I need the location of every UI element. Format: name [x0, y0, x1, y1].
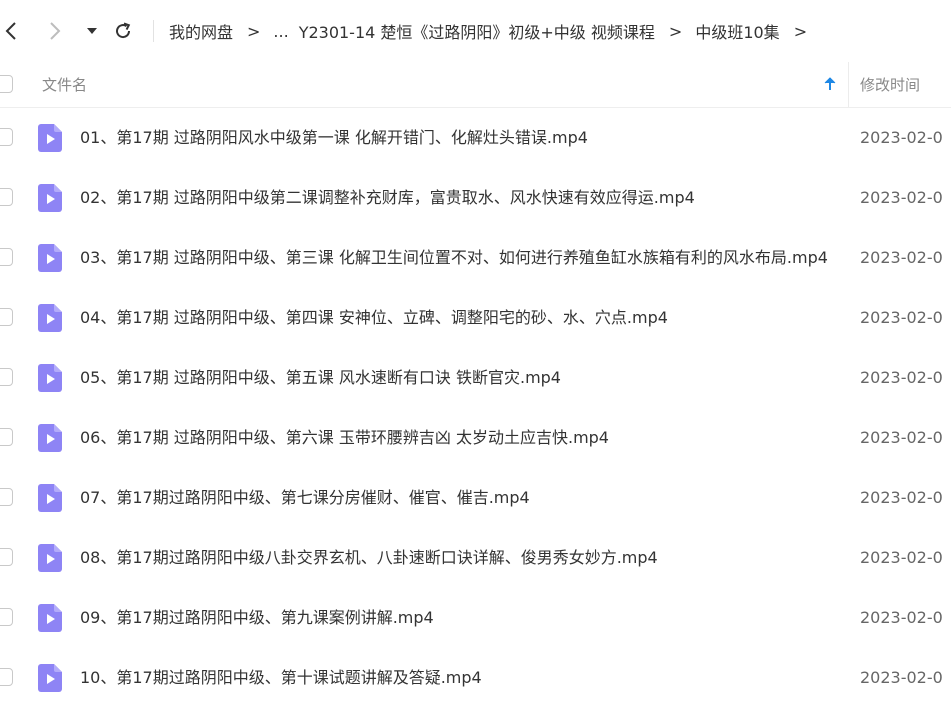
chevron-right-icon: [50, 22, 61, 40]
file-name[interactable]: 07、第17期过路阴阳中级、第七课分房催财、催官、催吉.mp4: [80, 486, 836, 510]
refresh-button[interactable]: [110, 16, 136, 46]
column-divider[interactable]: [848, 62, 849, 107]
breadcrumb-separator: >: [668, 21, 683, 41]
video-file-icon: [38, 364, 62, 392]
table-row[interactable]: 07、第17期过路阴阳中级、第七课分房催财、催官、催吉.mp4 2023-02-0: [0, 468, 951, 528]
file-name[interactable]: 01、第17期 过路阴阳风水中级第一课 化解开错门、化解灶头错误.mp4: [80, 126, 836, 150]
table-row[interactable]: 08、第17期过路阴阳中级八卦交界玄机、八卦速断口诀详解、俊男秀女妙方.mp4 2…: [0, 528, 951, 588]
breadcrumb-item-course[interactable]: Y2301-14 楚恒《过路阴阳》初级+中级 视频课程: [299, 19, 655, 43]
table-row[interactable]: 02、第17期 过路阴阳中级第二课调整补充财库，富贵取水、风水快速有效应得运.m…: [0, 168, 951, 228]
file-name[interactable]: 06、第17期 过路阴阳中级、第六课 玉带环腰辨吉凶 太岁动土应吉快.mp4: [80, 426, 836, 450]
file-name[interactable]: 05、第17期 过路阴阳中级、第五课 风水速断有口诀 铁断官灾.mp4: [80, 366, 836, 390]
breadcrumb-item-current[interactable]: 中级班10集: [695, 19, 779, 43]
table-row[interactable]: 01、第17期 过路阴阳风水中级第一课 化解开错门、化解灶头错误.mp4 2023…: [0, 108, 951, 168]
file-modified-time: 2023-02-0: [860, 248, 943, 267]
table-row[interactable]: 10、第17期过路阴阳中级、第十课试题讲解及答疑.mp4 2023-02-0: [0, 648, 951, 708]
table-row[interactable]: 03、第17期 过路阴阳中级、第三课 化解卫生间位置不对、如何进行养殖鱼缸水族箱…: [0, 228, 951, 288]
select-all-checkbox[interactable]: [0, 75, 13, 93]
file-modified-time: 2023-02-0: [860, 668, 943, 687]
video-file-icon: [38, 304, 62, 332]
breadcrumb-item-ellipsis[interactable]: ...: [273, 22, 288, 41]
breadcrumb-item-root[interactable]: 我的网盘: [169, 19, 233, 43]
column-header-time[interactable]: 修改时间: [860, 74, 920, 95]
file-modified-time: 2023-02-0: [860, 128, 943, 147]
chevron-left-icon: [5, 22, 16, 40]
row-checkbox[interactable]: [0, 608, 13, 626]
video-file-icon: [38, 664, 62, 692]
file-name[interactable]: 02、第17期 过路阴阳中级第二课调整补充财库，富贵取水、风水快速有效应得运.m…: [80, 186, 836, 210]
forward-button[interactable]: [44, 16, 66, 46]
row-checkbox[interactable]: [0, 428, 13, 446]
table-row[interactable]: 06、第17期 过路阴阳中级、第六课 玉带环腰辨吉凶 太岁动土应吉快.mp4 20…: [0, 408, 951, 468]
toolbar-divider: [153, 20, 154, 42]
file-name[interactable]: 10、第17期过路阴阳中级、第十课试题讲解及答疑.mp4: [80, 666, 836, 690]
history-dropdown-button[interactable]: [84, 16, 100, 46]
video-file-icon: [38, 424, 62, 452]
file-modified-time: 2023-02-0: [860, 308, 943, 327]
file-name[interactable]: 08、第17期过路阴阳中级八卦交界玄机、八卦速断口诀详解、俊男秀女妙方.mp4: [80, 546, 836, 570]
file-modified-time: 2023-02-0: [860, 608, 943, 627]
file-modified-time: 2023-02-0: [860, 368, 943, 387]
file-browser: 我的网盘 > ... Y2301-14 楚恒《过路阴阳》初级+中级 视频课程 >…: [0, 0, 951, 720]
row-checkbox[interactable]: [0, 548, 13, 566]
row-checkbox[interactable]: [0, 368, 13, 386]
row-checkbox[interactable]: [0, 248, 13, 266]
row-checkbox[interactable]: [0, 308, 13, 326]
column-header-name[interactable]: 文件名: [42, 74, 87, 95]
row-checkbox[interactable]: [0, 488, 13, 506]
video-file-icon: [38, 484, 62, 512]
row-checkbox[interactable]: [0, 188, 13, 206]
breadcrumb-separator: >: [793, 21, 808, 41]
row-checkbox[interactable]: [0, 668, 13, 686]
video-file-icon: [38, 184, 62, 212]
table-header: 文件名 修改时间: [0, 62, 951, 108]
arrow-up-icon[interactable]: [823, 76, 837, 92]
table-row[interactable]: 05、第17期 过路阴阳中级、第五课 风水速断有口诀 铁断官灾.mp4 2023-…: [0, 348, 951, 408]
file-name[interactable]: 03、第17期 过路阴阳中级、第三课 化解卫生间位置不对、如何进行养殖鱼缸水族箱…: [80, 246, 836, 270]
refresh-icon: [116, 22, 131, 39]
video-file-icon: [38, 244, 62, 272]
file-modified-time: 2023-02-0: [860, 548, 943, 567]
file-name[interactable]: 09、第17期过路阴阳中级、第九课案例讲解.mp4: [80, 606, 836, 630]
table-row[interactable]: 09、第17期过路阴阳中级、第九课案例讲解.mp4 2023-02-0: [0, 588, 951, 648]
video-file-icon: [38, 544, 62, 572]
caret-down-icon: [87, 28, 97, 34]
breadcrumb-separator: >: [247, 21, 261, 41]
file-modified-time: 2023-02-0: [860, 488, 943, 507]
row-checkbox[interactable]: [0, 128, 13, 146]
breadcrumb: 我的网盘 > ... Y2301-14 楚恒《过路阴阳》初级+中级 视频课程 >…: [169, 0, 820, 62]
table-row[interactable]: 04、第17期 过路阴阳中级、第四课 安神位、立碑、调整阳宅的砂、水、穴点.mp…: [0, 288, 951, 348]
file-name[interactable]: 04、第17期 过路阴阳中级、第四课 安神位、立碑、调整阳宅的砂、水、穴点.mp…: [80, 306, 836, 330]
video-file-icon: [38, 124, 62, 152]
file-modified-time: 2023-02-0: [860, 428, 943, 447]
toolbar: 我的网盘 > ... Y2301-14 楚恒《过路阴阳》初级+中级 视频课程 >…: [0, 0, 951, 62]
video-file-icon: [38, 604, 62, 632]
back-button[interactable]: [0, 16, 22, 46]
file-modified-time: 2023-02-0: [860, 188, 943, 207]
